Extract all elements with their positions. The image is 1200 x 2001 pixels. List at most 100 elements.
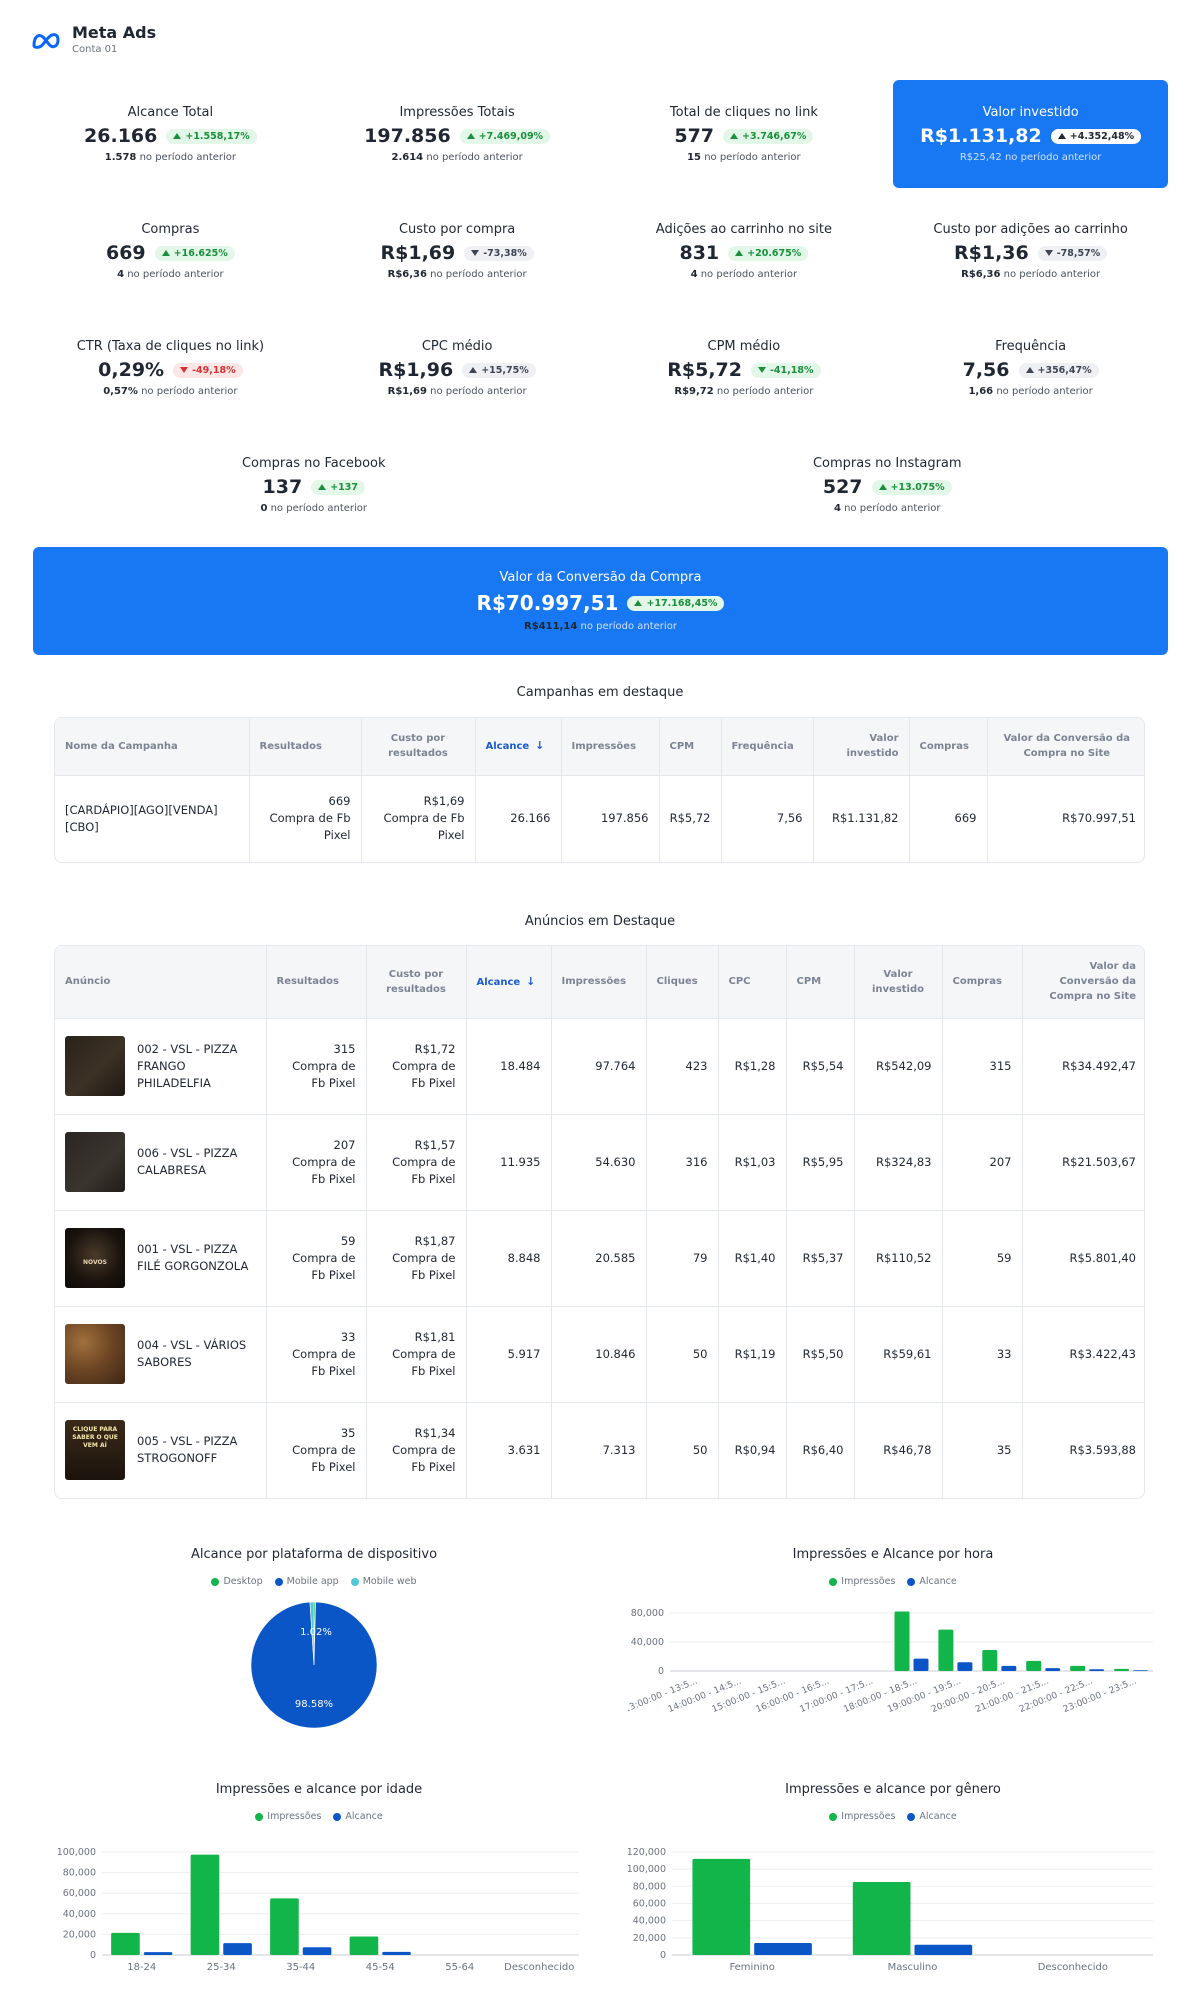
kpi-label: Adições ao carrinho no site	[655, 222, 832, 237]
col-ad[interactable]: Anúncio	[55, 946, 267, 1019]
col-results[interactable]: Resultados	[249, 718, 362, 776]
table-row[interactable]: NOVOS 001 - VSL - PIZZA FILÉ GORGONZOLA …	[55, 1210, 1144, 1307]
bar-chart: 100,000 80,000 60,000 40,000 20,000 0 18-24 25-…	[57, 1847, 579, 1973]
bar	[1114, 1668, 1130, 1671]
chart-title: Impressões e Alcance por hora	[792, 1547, 994, 1562]
y-tick-label: 100,000	[57, 1847, 96, 1858]
ad-name[interactable]: 001 - VSL - PIZZA FILÉ GORGONZOLA	[137, 1241, 256, 1275]
table-row[interactable]: 006 - VSL - PIZZA CALABRESA 207 Compra de…	[55, 1114, 1144, 1211]
kpi-previous: R$6,36 no período anterior	[387, 269, 527, 280]
kpi-label: CTR (Taxa de cliques no link)	[76, 339, 265, 354]
col-clicks[interactable]: Cliques	[646, 946, 719, 1019]
legend-item[interactable]: Impressões	[255, 1811, 321, 1822]
cell-cpm: R$5,95	[786, 1114, 855, 1211]
legend-item[interactable]: Mobile web	[350, 1576, 417, 1587]
table-row[interactable]: 002 - VSL - PIZZA FRANGO PHILADELFIA 315…	[55, 1018, 1144, 1115]
bar	[1045, 1668, 1061, 1671]
legend-item[interactable]: Alcance	[907, 1811, 957, 1822]
kpi-value: R$1,96	[378, 359, 454, 381]
col-conversion-value[interactable]: Valor da Conversão da Compra no Site	[1022, 946, 1144, 1019]
kpi-change-badge: +15,75%	[462, 362, 536, 378]
kpi-change-badge: -78,57%	[1037, 245, 1108, 261]
legend-item[interactable]: Impressões	[829, 1576, 895, 1587]
x-tick-label: 22:00:00 - 22:5...	[1018, 1677, 1094, 1716]
cell-conversion-value: R$3.593,88	[1069, 1442, 1136, 1457]
arrow-up-icon	[634, 600, 643, 606]
kpi-label: Compras no Facebook	[241, 456, 386, 471]
brand-title: Meta Ads	[72, 23, 157, 42]
x-tick-label: 18-24	[127, 1962, 156, 1972]
col-cpm[interactable]: CPM	[786, 946, 855, 1019]
ad-thumbnail[interactable]	[65, 1036, 125, 1096]
ads-title: Anúncios em Destaque	[524, 914, 676, 929]
col-spent[interactable]: Valor investido	[854, 946, 943, 1019]
col-reach-sorted[interactable]: Alcance ↓	[475, 718, 562, 776]
kpi-change-badge: +13.075%	[871, 479, 952, 495]
col-reach-sorted[interactable]: Alcance ↓	[466, 946, 552, 1019]
cell-reach: 3.631	[466, 1402, 552, 1498]
ad-thumbnail[interactable]: NOVOS	[65, 1228, 125, 1288]
table-row[interactable]: [CARDÁPIO][AGO][VENDA][CBO] 669 Compra de…	[55, 775, 1144, 862]
table-header-row: Anúncio Resultados Custo por resultados …	[55, 946, 1144, 1019]
cell-cost: R$1,69 Compra de Fb Pixel	[361, 775, 476, 862]
table-row[interactable]: CLIQUE PARA SABER O QUE VEM AÍ 005 - VSL…	[55, 1402, 1144, 1498]
table-row[interactable]: 004 - VSL - VÁRIOS SABORES 33 Compra de F…	[55, 1306, 1144, 1403]
legend-dot-icon	[829, 1812, 838, 1821]
cell-ad: 006 - VSL - PIZZA CALABRESA	[55, 1114, 267, 1211]
ad-thumbnail[interactable]: CLIQUE PARA SABER O QUE VEM AÍ	[65, 1420, 125, 1481]
chart-title: Alcance por plataforma de dispositivo	[190, 1547, 438, 1562]
legend-item[interactable]: Impressões	[829, 1811, 895, 1822]
kpi-change-badge: +3.746,67%	[723, 128, 814, 144]
legend-item[interactable]: Alcance	[907, 1576, 957, 1587]
legend-item[interactable]: Desktop	[211, 1576, 263, 1587]
bar	[957, 1662, 973, 1671]
y-tick-label: 40,000	[633, 1916, 666, 1927]
col-results[interactable]: Resultados	[266, 946, 367, 1019]
cell-clicks: 316	[646, 1114, 719, 1211]
chart-gender: Impressões e alcance por gênero Impressõ…	[627, 1782, 1158, 1982]
chart-hourly: Impressões e Alcance por hora Impressões…	[623, 1547, 1158, 1747]
arrow-up-icon	[318, 484, 327, 490]
cell-results: 59 Compra de Fb Pixel	[266, 1210, 367, 1307]
cell-cpm: R$5,37	[786, 1210, 855, 1307]
col-cost-per-result[interactable]: Custo por resultados	[366, 946, 467, 1019]
bar	[1026, 1660, 1042, 1671]
cell-results: 315 Compra de Fb Pixel	[266, 1018, 367, 1115]
col-cost-per-result[interactable]: Custo por resultados	[361, 718, 476, 776]
cell-results: 207 Compra de Fb Pixel	[266, 1114, 367, 1211]
kpi-label: Compras no Instagram	[812, 456, 962, 471]
col-cpm[interactable]: CPM	[659, 718, 722, 776]
col-conversion-value[interactable]: Valor da Conversão da Compra no Site	[987, 718, 1144, 776]
ad-thumbnail[interactable]	[65, 1324, 125, 1384]
col-impressions[interactable]: Impressões	[551, 946, 647, 1019]
y-tick-label: 40,000	[63, 1909, 96, 1920]
cell-spent: R$542,09	[854, 1018, 943, 1115]
ad-name[interactable]: 005 - VSL - PIZZA STROGONOFF	[137, 1433, 256, 1467]
cell-impressions: 197.856	[561, 775, 660, 862]
col-campaign-name[interactable]: Nome da Campanha	[55, 718, 250, 776]
cell-spent: R$46,78	[854, 1402, 943, 1498]
col-purchases[interactable]: Compras	[942, 946, 1023, 1019]
ad-name[interactable]: 002 - VSL - PIZZA FRANGO PHILADELFIA	[137, 1041, 256, 1092]
col-frequency[interactable]: Frequência	[721, 718, 814, 776]
chart-title: Impressões e alcance por gênero	[785, 1782, 1001, 1797]
arrow-up-icon	[1057, 133, 1066, 139]
kpi-previous: 1.578 no período anterior	[104, 152, 237, 163]
legend-item[interactable]: Mobile app	[274, 1576, 339, 1587]
col-purchases[interactable]: Compras	[909, 718, 988, 776]
pie-label: 1.02%	[300, 1627, 332, 1638]
kpi-label: Impressões Totais	[399, 105, 515, 120]
bar	[382, 1951, 411, 1955]
ad-name[interactable]: 006 - VSL - PIZZA CALABRESA	[137, 1145, 256, 1179]
kpi-change-badge: -73,38%	[464, 245, 534, 261]
ad-thumbnail[interactable]	[65, 1132, 125, 1192]
legend-dot-icon	[907, 1577, 916, 1586]
col-spent[interactable]: Valor investido	[813, 718, 910, 776]
ad-name[interactable]: 004 - VSL - VÁRIOS SABORES	[137, 1337, 256, 1371]
col-cpc[interactable]: CPC	[718, 946, 787, 1019]
cell-reach: 5.917	[466, 1306, 552, 1403]
legend-item[interactable]: Alcance	[333, 1811, 383, 1822]
cell-ad: CLIQUE PARA SABER O QUE VEM AÍ 005 - VSL…	[55, 1402, 267, 1498]
col-impressions[interactable]: Impressões	[561, 718, 660, 776]
meta-logo-icon	[32, 33, 60, 49]
